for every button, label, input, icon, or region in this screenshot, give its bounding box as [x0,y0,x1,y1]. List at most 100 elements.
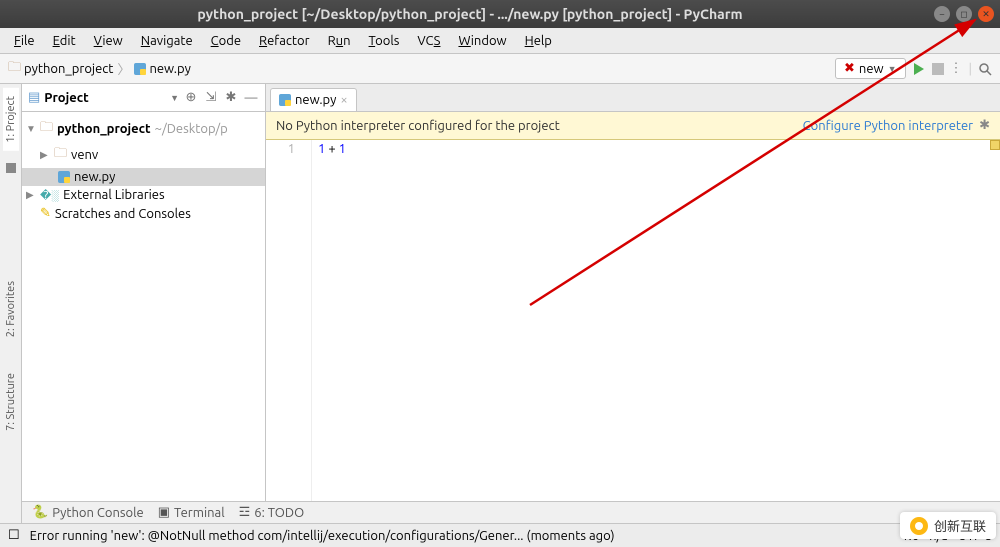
editor-area: new.py × No Python interpreter configure… [266,84,1000,523]
tab-todo[interactable]: ☲ 6: TODO [239,505,305,520]
gear-icon[interactable]: ✱ [979,118,990,133]
terminal-icon: ▣ [158,505,170,520]
menu-navigate[interactable]: Navigate [133,32,201,50]
folder-icon: 🗀 [40,118,53,140]
tree-venv[interactable]: ▶ 🗀 venv [22,142,265,168]
tree-external-libraries[interactable]: ▶ �░ External Libraries [22,186,265,204]
left-gutter: 1: Project 2: Favorites 7: Structure [0,84,22,523]
close-button[interactable]: ✕ [978,6,994,22]
code-operator: + [325,142,338,156]
code-editor[interactable]: 1 1 + 1 [266,140,1000,523]
main-area: 1: Project 2: Favorites 7: Structure ▤ P… [0,84,1000,523]
gutter-tab-project[interactable]: 1: Project [3,88,19,151]
warning-marker[interactable] [990,140,1000,150]
gear-icon[interactable]: ✱ [223,90,239,106]
gutter-tab-structure[interactable]: 7: Structure [3,365,19,439]
console-icon: 🐍 [32,505,48,520]
scratch-icon: ✎ [40,206,51,221]
interpreter-banner: No Python interpreter configured for the… [266,112,1000,140]
minimize-button[interactable]: – [934,6,950,22]
window-controls: – ◻ ✕ [934,6,994,22]
project-view-icon: ▤ [28,90,40,105]
project-panel: ▤ Project ▼ ⊕ ⇲ ✱ — ▼ 🗀 python_project ~… [22,84,266,523]
maximize-button[interactable]: ◻ [956,6,972,22]
watermark: 创新互联 [900,512,996,539]
tree-scratches[interactable]: ▶ ✎ Scratches and Consoles [22,204,265,223]
menu-help[interactable]: Help [517,32,560,50]
chevron-down-icon: ▼ [888,64,897,74]
chevron-right-icon[interactable]: ▶ [26,189,36,201]
tab-python-console-label: Python Console [52,506,144,520]
status-msg-icon[interactable]: ☐ [8,528,20,543]
run-config-selector[interactable]: ✖ new ▼ [835,58,906,79]
tree-root-label: python_project [57,122,151,136]
project-panel-header: ▤ Project ▼ ⊕ ⇲ ✱ — [22,84,265,112]
line-numbers: 1 [266,140,312,523]
editor-tab-label: new.py [295,93,336,107]
menu-vcs[interactable]: VCS [409,32,448,50]
line-number: 1 [266,142,295,156]
menu-edit[interactable]: Edit [45,32,84,50]
tree-venv-label: venv [71,148,98,162]
tree-root-path: ~/Desktop/p [155,122,228,136]
gutter-tab-favorites[interactable]: 2: Favorites [3,273,19,345]
watermark-text: 创新互联 [934,516,986,535]
code-content[interactable]: 1 + 1 [312,140,352,523]
menu-run[interactable]: Run [320,32,359,50]
menu-window[interactable]: Window [450,32,514,50]
watermark-icon [910,517,928,535]
titlebar: python_project [~/Desktop/python_project… [0,0,1000,28]
menu-code[interactable]: Code [203,32,249,50]
editor-tab-new[interactable]: new.py × [270,88,357,111]
tree-extlib-label: External Libraries [63,188,165,202]
run-config-error-icon: ✖ [844,61,855,76]
run-config-label: new [859,62,884,76]
banner-text: No Python interpreter configured for the… [276,119,803,133]
tree-file-label: new.py [74,170,115,184]
breadcrumb-root[interactable]: 🗀 python_project [8,58,113,80]
tree-root[interactable]: ▼ 🗀 python_project ~/Desktop/p [22,116,265,142]
python-file-icon [279,94,291,106]
chevron-right-icon[interactable]: ▶ [40,149,50,161]
configure-interpreter-link[interactable]: Configure Python interpreter [803,119,973,133]
collapse-icon[interactable]: ⇲ [203,90,219,106]
folder-icon: 🗀 [8,58,21,80]
hide-panel-icon[interactable]: — [243,90,259,106]
chevron-down-icon[interactable]: ▼ [26,123,36,135]
menu-file[interactable]: File [6,32,43,50]
tree-file-new[interactable]: new.py [22,168,265,186]
statusbar: ☐ Error running 'new': @NotNull method c… [0,523,1000,547]
chevron-down-icon[interactable]: ▼ [170,93,179,103]
todo-icon: ☲ [239,505,251,520]
library-icon: �░ [40,189,59,202]
tab-terminal[interactable]: ▣ Terminal [158,505,225,520]
breadcrumb-root-label: python_project [24,62,113,76]
close-tab-icon[interactable]: × [340,93,347,107]
project-tree: ▼ 🗀 python_project ~/Desktop/p ▶ 🗀 venv … [22,112,265,227]
python-file-icon [134,63,146,75]
window-title: python_project [~/Desktop/python_project… [6,6,934,22]
menubar: File Edit View Navigate Code Refactor Ru… [0,28,1000,54]
bookmark-icon[interactable] [6,163,16,173]
search-button[interactable] [978,62,992,76]
bottom-tool-tabs: 🐍 Python Console ▣ Terminal ☲ 6: TODO [22,501,1000,523]
run-button[interactable] [912,62,926,76]
breadcrumb: 🗀 python_project 〉 new.py [8,58,835,80]
editor-tabs: new.py × [266,84,1000,112]
tab-python-console[interactable]: 🐍 Python Console [32,505,144,520]
tab-todo-label: 6: TODO [254,506,304,520]
chevron-right-icon: 〉 [117,59,130,78]
stop-button[interactable] [932,63,944,75]
folder-icon: 🗀 [54,144,67,166]
project-panel-title[interactable]: Project [44,91,166,105]
menu-view[interactable]: View [86,32,131,50]
locate-icon[interactable]: ⊕ [183,90,199,106]
navbar: 🗀 python_project 〉 new.py ✖ new ▼ ⋮ | [0,54,1000,84]
breadcrumb-file[interactable]: new.py [134,62,190,76]
status-message[interactable]: Error running 'new': @NotNull method com… [30,529,892,543]
menu-refactor[interactable]: Refactor [251,32,318,50]
toolbar-right: ✖ new ▼ ⋮ | [835,58,992,79]
python-file-icon [58,171,70,183]
more-button[interactable]: ⋮ [950,61,963,76]
menu-tools[interactable]: Tools [361,32,408,50]
